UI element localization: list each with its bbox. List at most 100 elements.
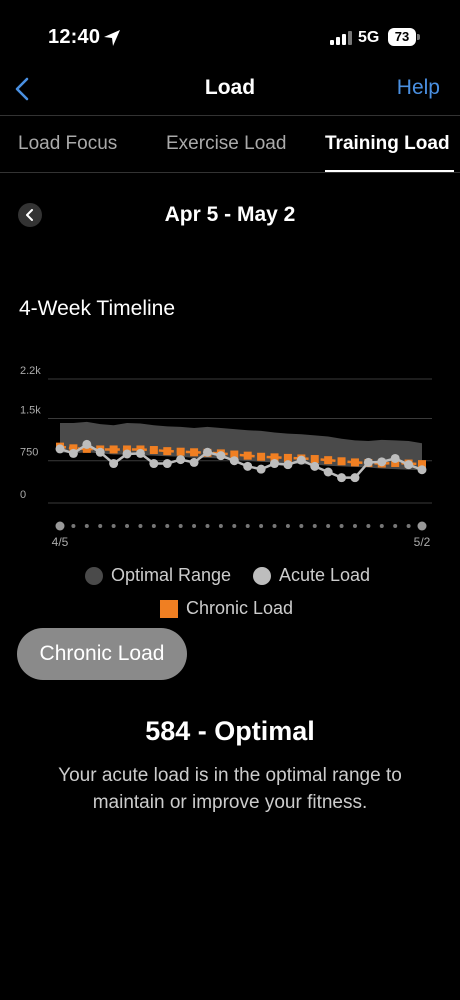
x-axis-day-dot [259, 524, 264, 528]
x-axis-day-dot [379, 524, 384, 528]
chronic-load-point [243, 451, 252, 460]
acute-load-point [216, 451, 226, 461]
acute-load-point [243, 461, 253, 471]
x-axis-day-dot [326, 524, 331, 528]
legend-label: Optimal Range [111, 565, 232, 585]
section-title: 4-Week Timeline [19, 297, 176, 320]
acute-load-point [229, 456, 239, 466]
network-label: 5G [358, 29, 380, 46]
legend-optimal-range: Optimal Range [85, 565, 231, 586]
y-tick-label: 2.2k [20, 365, 41, 377]
chronic-load-point [190, 448, 199, 457]
battery-tip [417, 34, 420, 40]
help-button[interactable]: Help [397, 76, 440, 100]
chronic-load-point [337, 457, 346, 466]
acute-load-point [189, 457, 199, 467]
signal-icon [330, 31, 352, 45]
x-axis-day-dot [393, 524, 398, 528]
chronic-load-button[interactable]: Chronic Load [17, 628, 187, 680]
tab-exercise-load[interactable]: Exercise Load [166, 133, 286, 155]
chronic-load-point [163, 447, 172, 456]
date-range: Apr 5 - May 2 [164, 203, 296, 226]
acute-load-point [390, 453, 400, 463]
acute-load-point [55, 444, 65, 454]
chronic-load-point [257, 452, 266, 461]
acute-load-point [283, 460, 293, 470]
x-axis-day-dot [352, 524, 357, 528]
acute-load-point [377, 457, 387, 467]
chronic-swatch [160, 599, 178, 618]
range-swatch [85, 566, 103, 585]
location-arrow-icon [104, 30, 120, 46]
legend-chronic-load: Chronic Load [160, 598, 293, 619]
acute-load-point [149, 459, 159, 469]
chronic-load-point [176, 447, 185, 456]
y-tick-label: 750 [20, 447, 38, 459]
acute-load-point [363, 457, 373, 467]
chronic-load-point [149, 446, 158, 455]
acute-load-point [350, 473, 360, 483]
x-tick-end: 5/2 [414, 535, 431, 549]
x-axis-day-dot [111, 524, 116, 528]
page-title: Load [204, 76, 256, 99]
x-axis-day-dot [192, 524, 197, 528]
load-value: 584 - Optimal [145, 716, 315, 746]
x-axis-day-dot [98, 524, 103, 528]
chronic-load-point [310, 455, 319, 464]
chronic-load-point [324, 456, 333, 465]
x-axis-day-dot [245, 524, 250, 528]
x-axis-day-dot [232, 524, 237, 528]
acute-load-point [109, 459, 119, 469]
chronic-load-point [109, 445, 118, 454]
x-axis-day-dot [218, 524, 223, 528]
status-time: 12:40 [48, 26, 101, 48]
battery-icon: 73 [388, 28, 416, 46]
acute-load-point [135, 448, 145, 458]
tab-load-focus[interactable]: Load Focus [18, 133, 117, 155]
x-axis-day-dot [125, 524, 130, 528]
legend-acute-load: Acute Load [253, 565, 370, 586]
acute-load-point [296, 455, 306, 465]
y-tick-label: 1.5k [20, 404, 41, 416]
x-axis-day-dot [272, 524, 277, 528]
x-axis-day-dot [138, 524, 143, 528]
acute-load-point [82, 439, 92, 449]
x-axis-day-dot [339, 524, 344, 528]
x-axis-day-dot [406, 524, 411, 528]
x-axis-day-dot [205, 524, 210, 528]
x-axis-day-dot [312, 524, 317, 528]
x-axis-day-dot [285, 524, 290, 528]
acute-load-point [122, 449, 132, 459]
legend-label: Acute Load [279, 565, 371, 585]
acute-load-point [68, 448, 78, 458]
acute-load-point [95, 447, 105, 457]
x-tick-start: 4/5 [52, 535, 69, 549]
x-axis-day-dot [55, 521, 65, 531]
tab-training-load[interactable]: Training Load [325, 133, 450, 155]
acute-load-point [162, 459, 172, 469]
acute-load-point [270, 459, 280, 469]
acute-load-point [202, 447, 212, 457]
acute-load-point [310, 461, 320, 471]
x-axis-day-dot [178, 524, 183, 528]
x-axis-day-dot [366, 524, 371, 528]
chronic-load-point [350, 458, 359, 467]
x-axis-day-dot [84, 524, 89, 528]
tabs-divider [0, 172, 460, 173]
y-tick-label: 0 [20, 489, 26, 501]
acute-swatch [253, 566, 271, 585]
header-divider [0, 115, 460, 116]
legend-label: Chronic Load [186, 598, 294, 618]
timeline-chart: 2.2k 1.5k 750 0 4/5 5/2 [20, 365, 432, 549]
acute-load-point [176, 455, 186, 465]
acute-load-point [404, 460, 414, 470]
load-description: Your acute load is in the optimal range … [58, 765, 402, 813]
acute-load-point [256, 464, 266, 474]
x-axis-day-dot [151, 524, 156, 528]
acute-load-point [337, 473, 347, 483]
x-axis-day-dot [165, 524, 170, 528]
acute-load-point [417, 465, 427, 475]
x-axis-day-dot [299, 524, 304, 528]
x-axis-day-dot [417, 521, 427, 531]
acute-load-point [323, 467, 333, 477]
